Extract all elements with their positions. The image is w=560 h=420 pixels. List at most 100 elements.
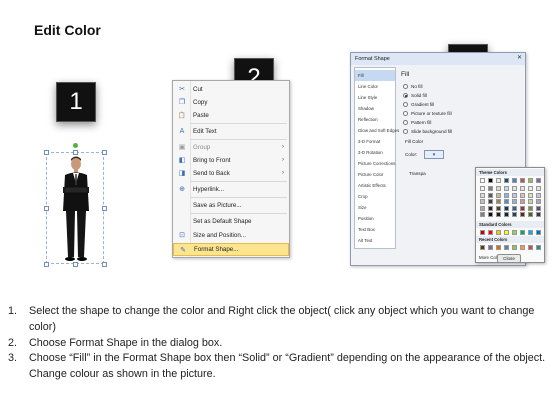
menu-item-group[interactable]: ▣ Group › — [173, 141, 289, 153]
menu-item-cut[interactable]: ✂ Cut — [173, 83, 289, 95]
nav-item-alt-text[interactable]: Alt Text — [355, 235, 395, 246]
radio-button-selected[interactable] — [403, 93, 408, 98]
color-swatch[interactable] — [504, 205, 509, 211]
color-swatch[interactable] — [520, 212, 525, 217]
nav-item-crop[interactable]: Crop — [355, 191, 395, 202]
color-swatch[interactable] — [504, 178, 509, 183]
color-swatch[interactable] — [480, 186, 485, 191]
color-swatch[interactable] — [488, 199, 493, 204]
menu-item-save-as-picture[interactable]: Save as Picture... — [173, 199, 289, 211]
color-swatch[interactable] — [480, 230, 485, 235]
option-gradient-fill[interactable]: Gradient fill — [403, 102, 434, 107]
color-swatch[interactable] — [512, 245, 517, 250]
color-swatch[interactable] — [536, 245, 541, 250]
color-swatch[interactable] — [512, 230, 517, 235]
radio-button[interactable] — [403, 129, 408, 134]
color-swatch[interactable] — [496, 245, 501, 250]
nav-item-line-color[interactable]: Line Color — [355, 81, 395, 92]
menu-item-bring-to-front[interactable]: ◧ Bring to Front › — [173, 154, 289, 166]
color-swatch[interactable] — [480, 199, 485, 204]
radio-button[interactable] — [403, 102, 408, 107]
option-pattern-fill[interactable]: Pattern fill — [403, 120, 431, 125]
color-swatch[interactable] — [528, 205, 533, 211]
color-swatch[interactable] — [520, 205, 525, 211]
color-swatch[interactable] — [512, 205, 517, 211]
color-swatch[interactable] — [512, 178, 517, 183]
color-swatch[interactable] — [520, 186, 525, 191]
radio-button[interactable] — [403, 120, 408, 125]
color-swatch[interactable] — [480, 245, 485, 250]
color-swatch[interactable] — [496, 178, 501, 183]
color-swatch[interactable] — [496, 205, 501, 211]
rotate-handle[interactable] — [73, 143, 78, 148]
color-swatch[interactable] — [536, 178, 541, 183]
color-swatch[interactable] — [520, 199, 525, 204]
nav-item-line-style[interactable]: Line Style — [355, 92, 395, 103]
menu-item-format-shape[interactable]: ✎ Format Shape... — [173, 243, 289, 256]
menu-item-copy[interactable]: ❐ Copy — [173, 96, 289, 108]
color-swatch[interactable] — [480, 212, 485, 217]
nav-item-3d-rotation[interactable]: 3-D Rotation — [355, 147, 395, 158]
color-swatch[interactable] — [488, 212, 493, 217]
option-no-fill[interactable]: No fill — [403, 84, 423, 89]
color-swatch[interactable] — [496, 186, 501, 191]
color-swatch[interactable] — [536, 186, 541, 191]
color-swatch[interactable] — [488, 230, 493, 235]
color-swatch[interactable] — [496, 230, 501, 235]
nav-item-text-box[interactable]: Text Box — [355, 224, 395, 235]
color-swatch[interactable] — [488, 186, 493, 191]
color-swatch[interactable] — [520, 192, 525, 198]
nav-item-3d-format[interactable]: 3-D Format — [355, 136, 395, 147]
color-swatch[interactable] — [496, 199, 501, 204]
color-swatch[interactable] — [480, 178, 485, 183]
radio-button[interactable] — [403, 111, 408, 116]
color-swatch[interactable] — [512, 192, 517, 198]
nav-item-picture-corrections[interactable]: Picture Corrections — [355, 158, 395, 169]
nav-item-position[interactable]: Position — [355, 213, 395, 224]
color-swatch[interactable] — [520, 230, 525, 235]
color-swatch[interactable] — [528, 192, 533, 198]
color-swatch[interactable] — [504, 212, 509, 217]
color-swatch[interactable] — [496, 212, 501, 217]
menu-item-edit-text[interactable]: A Edit Text — [173, 125, 289, 137]
nav-item-artistic-effects[interactable]: Artistic Effects — [355, 180, 395, 191]
nav-item-glow-soft-edges[interactable]: Glow and Soft Edges — [355, 125, 399, 136]
nav-item-fill[interactable]: Fill — [355, 70, 395, 81]
color-swatch[interactable] — [536, 230, 541, 235]
color-swatch[interactable] — [488, 178, 493, 183]
color-swatch[interactable] — [520, 245, 525, 250]
nav-item-shadow[interactable]: Shadow — [355, 103, 395, 114]
color-swatch[interactable] — [536, 192, 541, 198]
menu-item-set-default-shape[interactable]: Set as Default Shape — [173, 215, 289, 227]
color-swatch[interactable] — [528, 230, 533, 235]
color-swatch[interactable] — [488, 192, 493, 198]
color-picker-button[interactable]: ▾ — [424, 150, 444, 159]
color-swatch[interactable] — [496, 192, 501, 198]
option-solid-fill[interactable]: Solid fill — [403, 93, 427, 98]
color-swatch[interactable] — [504, 192, 509, 198]
menu-item-size-position[interactable]: ⊡ Size and Position... — [173, 229, 289, 241]
close-button[interactable]: Close — [497, 254, 521, 263]
color-swatch[interactable] — [528, 178, 533, 183]
nav-item-size[interactable]: Size — [355, 202, 395, 213]
color-swatch[interactable] — [512, 186, 517, 191]
color-swatch[interactable] — [488, 245, 493, 250]
menu-item-paste[interactable]: 📋 Paste — [173, 109, 289, 121]
color-swatch[interactable] — [480, 205, 485, 211]
color-swatch[interactable] — [504, 245, 509, 250]
color-swatch[interactable] — [480, 192, 485, 198]
color-swatch[interactable] — [512, 212, 517, 217]
color-swatch[interactable] — [520, 178, 525, 183]
color-swatch[interactable] — [528, 186, 533, 191]
color-swatch[interactable] — [504, 230, 509, 235]
color-swatch[interactable] — [536, 212, 541, 217]
nav-item-reflection[interactable]: Reflection — [355, 114, 395, 125]
option-picture-fill[interactable]: Picture or texture fill — [403, 111, 452, 116]
color-swatch[interactable] — [512, 199, 517, 204]
color-swatch[interactable] — [536, 205, 541, 211]
color-swatch[interactable] — [488, 205, 493, 211]
close-icon[interactable]: ✕ — [517, 54, 522, 61]
color-swatch[interactable] — [504, 186, 509, 191]
selected-shape-frame[interactable] — [44, 143, 107, 267]
menu-item-send-to-back[interactable]: ◨ Send to Back › — [173, 167, 289, 179]
